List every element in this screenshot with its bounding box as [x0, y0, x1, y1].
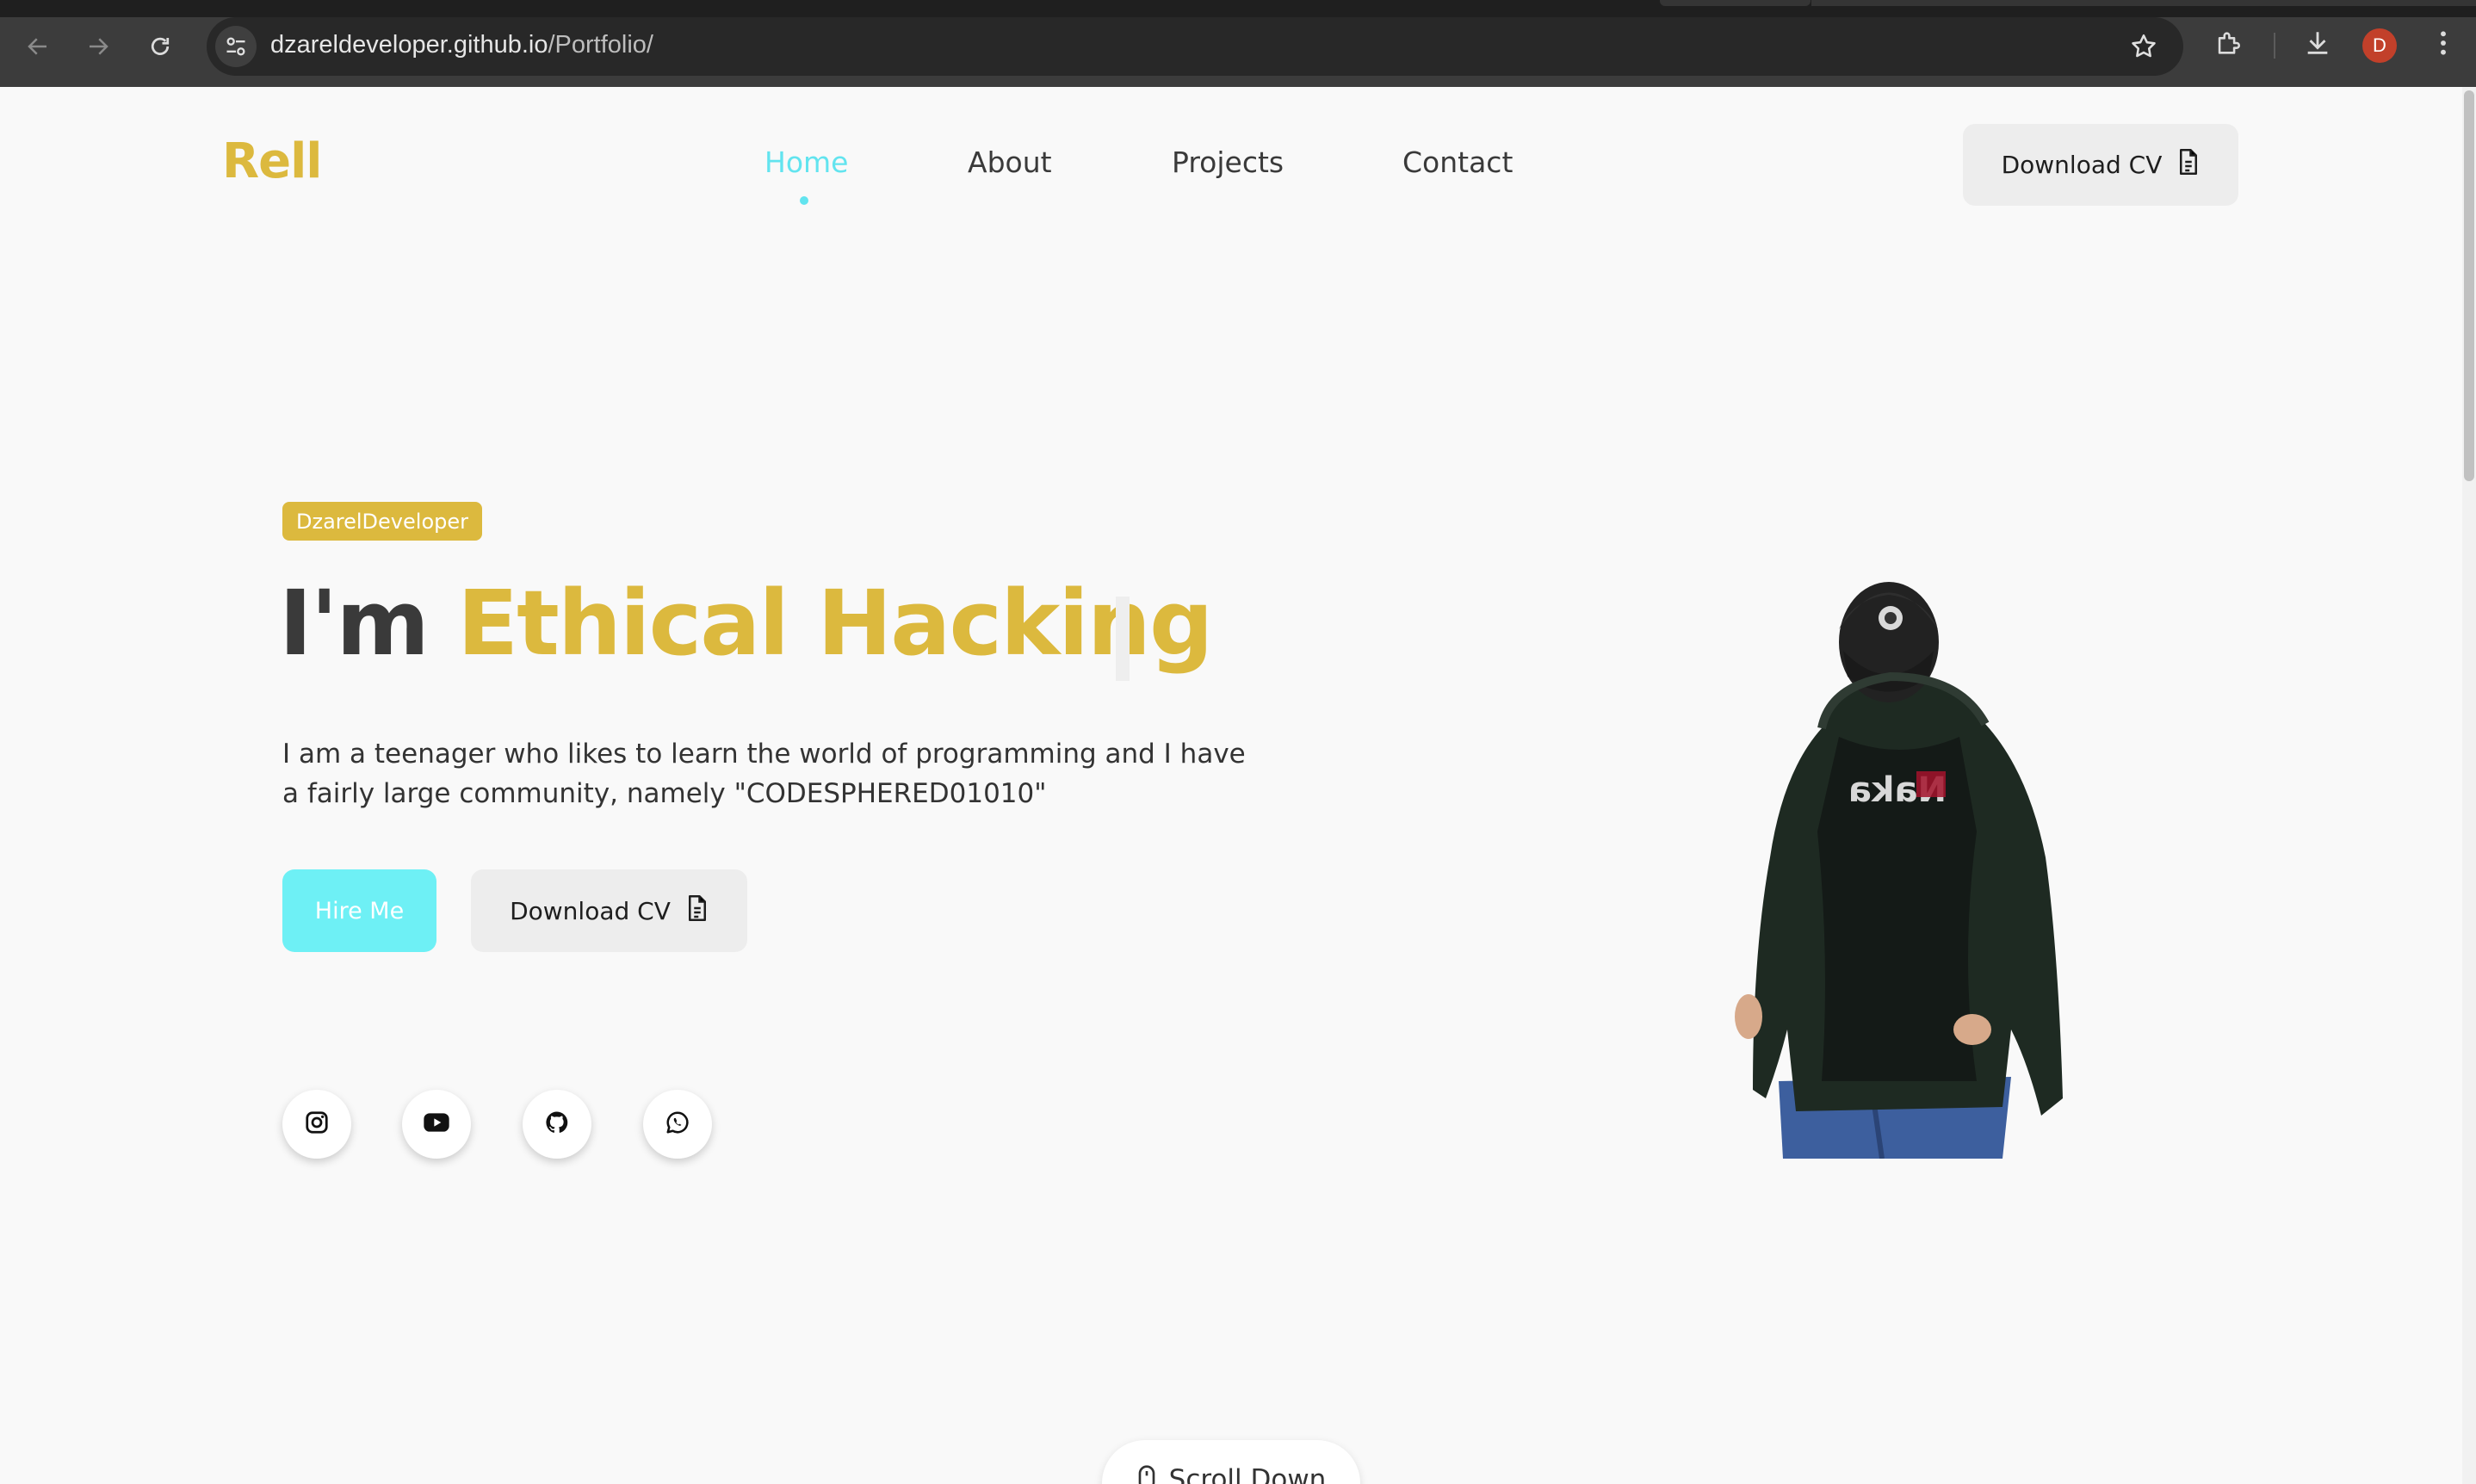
toolbar-divider: [2274, 33, 2275, 59]
hire-me-button[interactable]: Hire Me: [282, 869, 436, 952]
url-text[interactable]: dzareldeveloper.github.io/Portfolio/: [270, 31, 653, 59]
typing-cursor: [1116, 597, 1130, 681]
nav-about[interactable]: About: [968, 145, 1052, 179]
browser-tab[interactable]: [1811, 0, 2476, 6]
document-icon: [686, 894, 709, 927]
github-link[interactable]: [523, 1090, 591, 1159]
instagram-icon: [304, 1110, 330, 1139]
youtube-link[interactable]: [402, 1090, 471, 1159]
bookmark-star-icon[interactable]: [2126, 29, 2161, 64]
download-cv-label: Download CV: [510, 896, 671, 925]
headline-prefix: I'm: [279, 571, 430, 676]
site-logo[interactable]: Rell: [222, 133, 322, 189]
scroll-down-label: Scroll Down: [1168, 1464, 1327, 1484]
download-icon[interactable]: [2300, 26, 2335, 60]
headline-highlight: Ethical Hacking: [457, 571, 1213, 676]
reload-icon[interactable]: [145, 31, 176, 62]
page-viewport: Rell Home About Projects Contact Downloa…: [0, 87, 2462, 1484]
mouse-icon: [1136, 1464, 1157, 1484]
browser-tab[interactable]: [1660, 0, 1811, 6]
github-icon: [544, 1110, 570, 1139]
scroll-down-button[interactable]: Scroll Down: [1102, 1440, 1360, 1484]
hero-description: I am a teenager who likes to learn the w…: [282, 739, 1246, 809]
whatsapp-link[interactable]: [643, 1090, 712, 1159]
youtube-icon: [423, 1111, 450, 1137]
address-bar[interactable]: dzareldeveloper.github.io/Portfolio/: [207, 17, 2183, 76]
page-scrollbar[interactable]: [2462, 87, 2476, 1484]
hero-download-cv-button[interactable]: Download CV: [471, 869, 747, 952]
header-download-cv-button[interactable]: Download CV: [1963, 124, 2238, 206]
nav-contact[interactable]: Contact: [1402, 145, 1513, 179]
hero-portrait: Naka: [1701, 547, 2097, 1159]
kebab-menu-icon[interactable]: [2426, 26, 2461, 60]
whatsapp-icon: [665, 1110, 690, 1139]
instagram-link[interactable]: [282, 1090, 351, 1159]
nav-projects[interactable]: Projects: [1172, 145, 1284, 179]
scrollbar-thumb[interactable]: [2464, 90, 2474, 481]
forward-arrow-icon[interactable]: [83, 31, 114, 62]
nav-home[interactable]: Home: [764, 145, 848, 179]
profile-avatar[interactable]: D: [2362, 28, 2397, 63]
tab-strip: [0, 0, 2476, 17]
site-info-icon[interactable]: [215, 26, 257, 67]
browser-toolbar: dzareldeveloper.github.io/Portfolio/ D: [0, 0, 2476, 87]
url-host: dzareldeveloper.github.io: [270, 31, 548, 59]
back-arrow-icon[interactable]: [22, 31, 53, 62]
document-icon: [2177, 149, 2200, 181]
hero-headline: I'm Ethical Hacking: [279, 571, 1213, 676]
name-badge: DzarelDeveloper: [282, 502, 482, 541]
active-nav-indicator: [800, 196, 808, 205]
url-path: /Portfolio/: [548, 31, 653, 59]
extensions-icon[interactable]: [2211, 26, 2245, 60]
download-cv-label: Download CV: [2001, 151, 2163, 179]
